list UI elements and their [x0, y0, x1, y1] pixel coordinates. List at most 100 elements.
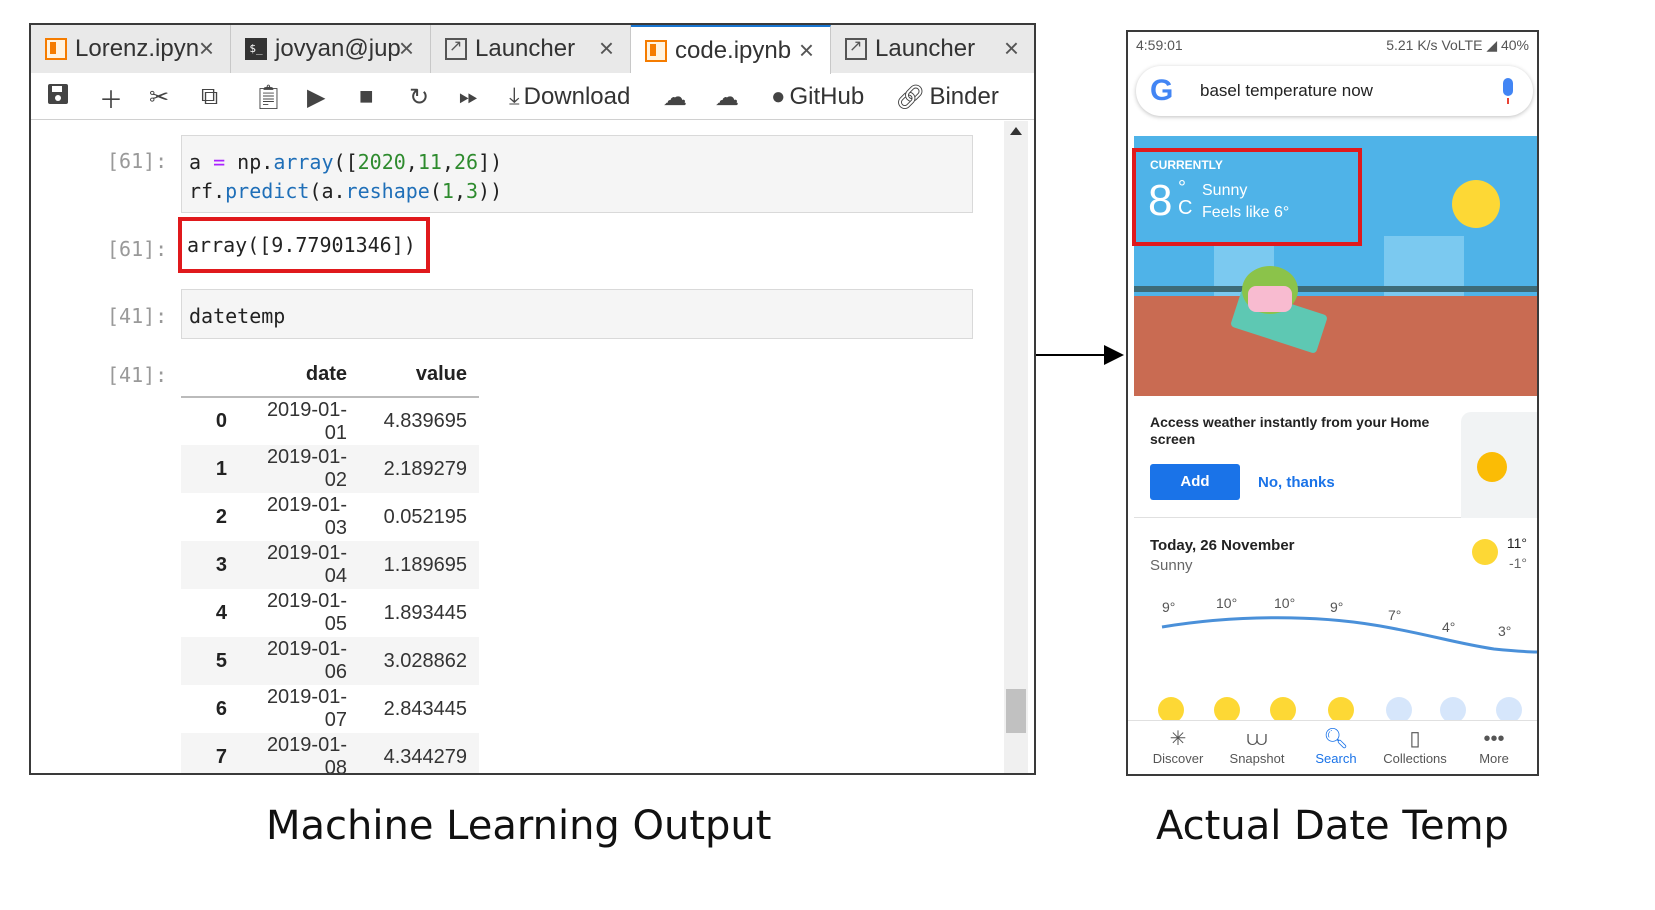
value-cell: 2.843445	[383, 697, 467, 720]
close-icon[interactable]: ×	[399, 33, 414, 64]
copy-button[interactable]: ⧉	[201, 80, 218, 114]
binder-button[interactable]: 🔗︎ Binder	[895, 80, 999, 114]
daily-forecast-card[interactable]: Today, 26 November Sunny 11° -1° 9° 10° …	[1134, 519, 1537, 723]
restart-button[interactable]: ↻	[409, 80, 429, 114]
cloud-download-button[interactable]: ☁	[663, 80, 687, 114]
fast-forward-icon: ⏩︎	[459, 83, 479, 110]
table-row: 0 2019-01-01 4.839695	[181, 397, 479, 445]
table-row: 6 2019-01-07 2.843445	[181, 685, 479, 733]
phone-screen: 4:59:01 5.21 K/s VoLTE ◢ 40% G basel tem…	[1126, 30, 1539, 776]
github-button[interactable]: ● GitHub	[771, 80, 864, 114]
code-cell[interactable]: a = np.array([2020,11,26]) rf.predict(a.r…	[181, 135, 973, 213]
launcher-icon	[445, 36, 467, 60]
row-index: 5	[181, 637, 239, 685]
add-button[interactable]: Add	[1150, 464, 1240, 500]
paste-button[interactable]: 📋︎	[253, 80, 283, 114]
notebook-icon	[645, 39, 667, 62]
sun-icon	[1477, 452, 1507, 482]
tab-lorenz[interactable]: Lorenz.ipyn ×	[31, 25, 231, 73]
table-row: 2 2019-01-03 0.052195	[181, 493, 479, 541]
close-icon[interactable]: ×	[799, 35, 814, 66]
download-icon: ⤓	[509, 83, 520, 110]
promo-text: Access weather instantly from your Home …	[1150, 414, 1430, 447]
cell-prompt: [61]:	[107, 149, 168, 173]
arrow-line	[1036, 354, 1106, 356]
run-button[interactable]: ▶	[307, 80, 325, 114]
arrow-head	[1104, 345, 1124, 365]
tab-code[interactable]: code.ipynb ×	[631, 25, 831, 74]
bottom-navigation: ✳ Discover ⩊ Snapshot 🔍︎ Search ▯ Collection…	[1128, 720, 1537, 774]
status-indicators: 5.21 K/s VoLTE ◢ 40%	[1386, 37, 1529, 53]
launcher-icon	[845, 36, 867, 60]
frog-illustration	[1242, 266, 1298, 314]
home-screen-promo-card: Access weather instantly from your Home …	[1134, 396, 1537, 518]
cut-button[interactable]: ✂	[149, 80, 169, 114]
google-search-box[interactable]: G basel temperature now	[1136, 66, 1533, 116]
microphone-icon[interactable]	[1503, 78, 1513, 104]
no-thanks-button[interactable]: No, thanks	[1258, 474, 1335, 491]
nav-collections[interactable]: ▯ Collections	[1375, 727, 1455, 766]
save-icon	[47, 83, 69, 112]
temperature-curve	[1161, 616, 1537, 654]
row-index: 3	[181, 541, 239, 589]
column-header: value	[359, 353, 479, 398]
row-index: 2	[215, 505, 227, 528]
cloud-upload-button[interactable]: ☁	[715, 80, 739, 114]
date-cell: 2019-01-06	[239, 637, 359, 685]
table-row: 3 2019-01-04 1.189695	[181, 541, 479, 589]
refresh-icon: ↻	[409, 83, 430, 111]
caption-left: Machine Learning Output	[266, 803, 772, 849]
github-icon: ●	[771, 83, 786, 110]
jupyter-window: Lorenz.ipyn × $_ jovyan@jup × Launcher ×…	[29, 23, 1036, 775]
date-cell: 2019-01-08	[239, 733, 359, 773]
close-icon[interactable]: ×	[199, 33, 214, 64]
value-cell: 4.839695	[383, 410, 467, 432]
code-cell[interactable]: datetemp	[181, 289, 973, 339]
terminal-icon: $_	[245, 38, 267, 60]
value-cell: 2.189279	[359, 445, 479, 493]
dataframe-table: date value 0 2019-01-01 4.839695 1 2019-01-…	[181, 353, 479, 773]
date-cell: 2019-01-05	[266, 590, 347, 635]
status-bar: 4:59:01 5.21 K/s VoLTE ◢ 40%	[1128, 32, 1537, 58]
tab-launcher-2[interactable]: Launcher ×	[831, 25, 1034, 73]
save-button[interactable]	[47, 80, 69, 114]
scroll-thumb[interactable]	[1006, 689, 1026, 733]
link-icon: 🔗︎	[895, 83, 926, 111]
cell-prompt: [41]:	[107, 304, 168, 328]
value-cell: 0.052195	[383, 505, 467, 528]
stop-button[interactable]: ■	[359, 80, 374, 114]
tab-terminal[interactable]: $_ jovyan@jup ×	[231, 25, 431, 73]
table-row: 5 2019-01-06 3.028862	[181, 637, 479, 685]
highlight-box	[1132, 148, 1362, 246]
vertical-scrollbar[interactable]	[1004, 121, 1028, 773]
status-time: 4:59:01	[1136, 37, 1183, 53]
table-row: 7 2019-01-08 4.344279	[181, 733, 479, 773]
insert-cell-button[interactable]: ＋	[99, 80, 123, 114]
scroll-up-icon[interactable]	[1010, 127, 1022, 135]
close-icon[interactable]: ×	[1004, 33, 1019, 64]
notebook-toolbar: ＋ ✂ ⧉ 📋︎ ▶ ■ ↻ ⏩︎ ⤓ Download ☁ ☁ ● GitHub …	[31, 74, 1034, 120]
scissors-icon: ✂	[149, 83, 170, 111]
bookmark-icon: ▯	[1409, 728, 1421, 750]
run-all-button[interactable]: ⏩︎	[459, 80, 478, 114]
plus-icon: ＋	[99, 86, 123, 114]
railing-illustration	[1134, 286, 1537, 292]
deck-illustration	[1134, 296, 1537, 396]
row-index: 6	[215, 697, 227, 720]
table-row: 4 2019-01-05 1.893445	[181, 589, 479, 637]
date-cell: 2019-01-04	[239, 541, 359, 589]
nav-discover[interactable]: ✳ Discover	[1138, 727, 1218, 766]
snapshot-icon: ⩊	[1246, 728, 1268, 750]
search-query[interactable]: basel temperature now	[1200, 81, 1373, 101]
nav-snapshot[interactable]: ⩊ Snapshot	[1217, 727, 1297, 766]
notebook-icon	[45, 38, 67, 60]
close-icon[interactable]: ×	[599, 33, 614, 64]
row-index: 0	[215, 410, 227, 432]
download-button[interactable]: ⤓ Download	[509, 80, 630, 114]
tab-launcher-1[interactable]: Launcher ×	[431, 25, 631, 73]
table-header-row: date value	[181, 353, 479, 398]
nav-more[interactable]: ••• More	[1454, 727, 1534, 766]
caption-right: Actual Date Temp	[1156, 803, 1509, 849]
output-prompt: [61]:	[107, 237, 168, 261]
nav-search[interactable]: 🔍︎ Search	[1296, 727, 1376, 766]
